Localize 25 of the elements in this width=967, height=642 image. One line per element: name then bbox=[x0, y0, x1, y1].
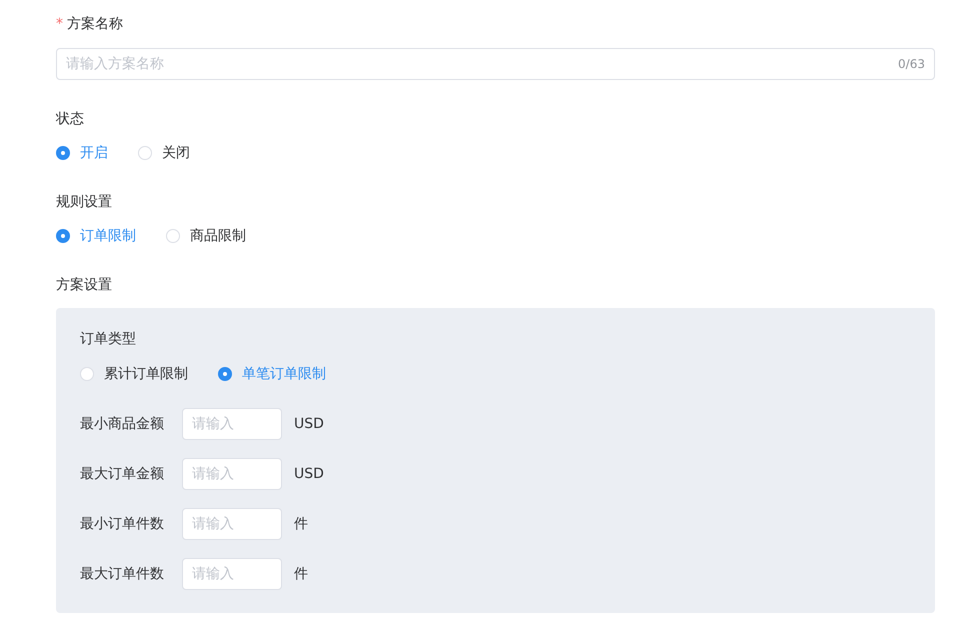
radio-button[interactable] bbox=[218, 367, 232, 381]
number-input[interactable]: 请输入 bbox=[182, 508, 282, 540]
section-label: 订单类型 bbox=[80, 330, 136, 349]
radio-label[interactable]: 累计订单限制 bbox=[104, 364, 188, 384]
unit-label: USD bbox=[294, 416, 324, 432]
radio-label[interactable]: 关闭 bbox=[162, 143, 190, 163]
radio-label[interactable]: 商品限制 bbox=[190, 226, 246, 246]
required-mark: * bbox=[56, 15, 63, 34]
field-label: 方案名称 bbox=[67, 15, 123, 34]
unit-label: 件 bbox=[294, 565, 308, 583]
field-label: 最小订单件数 bbox=[80, 515, 165, 533]
number-input[interactable]: 请输入 bbox=[182, 458, 282, 490]
unit-label: 件 bbox=[294, 515, 308, 533]
field-label: 最大订单件数 bbox=[80, 565, 165, 583]
number-input[interactable]: 请输入 bbox=[182, 558, 282, 590]
section-label: 方案设置 bbox=[56, 276, 112, 295]
section-label: 规则设置 bbox=[56, 193, 112, 212]
field-label: 最大订单金额 bbox=[80, 465, 165, 483]
unit-label: USD bbox=[294, 466, 324, 482]
section-label: 状态 bbox=[56, 110, 84, 129]
character-counter: 0/63 bbox=[898, 56, 925, 72]
radio-button[interactable] bbox=[56, 146, 70, 160]
radio-button[interactable] bbox=[56, 229, 70, 243]
field-label: 最小商品金额 bbox=[80, 415, 165, 433]
number-input[interactable]: 请输入 bbox=[182, 408, 282, 440]
